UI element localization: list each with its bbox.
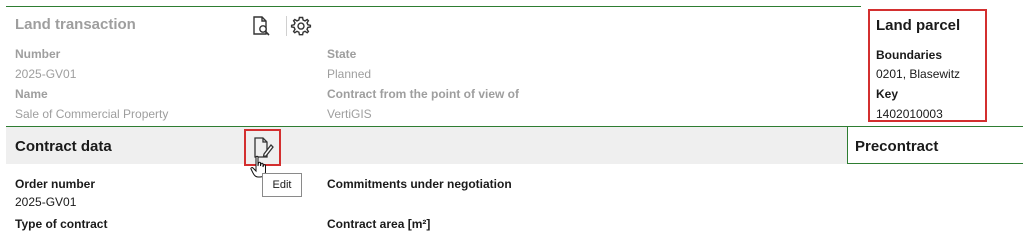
contract-area-label: Contract area [m²] (327, 217, 431, 231)
settings-button[interactable] (289, 14, 313, 38)
toolbar-divider (286, 16, 287, 36)
gear-icon (290, 16, 312, 36)
state-value: Planned (327, 67, 372, 81)
commitments-label: Commitments under negotiation (327, 177, 512, 191)
number-value: 2025-GV01 (15, 67, 77, 81)
name-value: Sale of Commercial Property (15, 107, 169, 121)
precontract-title: Precontract (855, 138, 939, 155)
boundaries-label: Boundaries (876, 48, 943, 62)
land-parcel-title: Land parcel (876, 17, 961, 34)
contract-pov-label: Contract from the point of view of (327, 87, 519, 101)
document-search-icon (253, 16, 270, 36)
key-value: 1402010003 (876, 107, 943, 121)
order-number-label: Order number (15, 177, 96, 191)
state-label: State (327, 47, 357, 61)
type-of-contract-label: Type of contract (15, 217, 108, 231)
key-label: Key (876, 87, 899, 101)
number-label: Number (15, 47, 61, 61)
edit-tooltip: Edit (262, 173, 302, 197)
name-label: Name (15, 87, 48, 101)
land-transaction-panel: Land transaction Number 2025-GV01 Name S… (6, 6, 861, 125)
boundaries-value: 0201, Blasewitz (876, 67, 961, 81)
contract-data-header: Contract data (6, 126, 848, 164)
precontract-header[interactable]: Precontract (848, 126, 1023, 164)
contract-pov-value: VertiGIS (327, 107, 372, 121)
land-parcel-panel: Land parcel Boundaries 0201, Blasewitz K… (868, 9, 987, 122)
contract-data-title: Contract data (15, 138, 112, 155)
land-transaction-title: Land transaction (15, 16, 136, 33)
order-number-value: 2025-GV01 (15, 195, 77, 209)
document-search-button[interactable] (249, 14, 273, 38)
